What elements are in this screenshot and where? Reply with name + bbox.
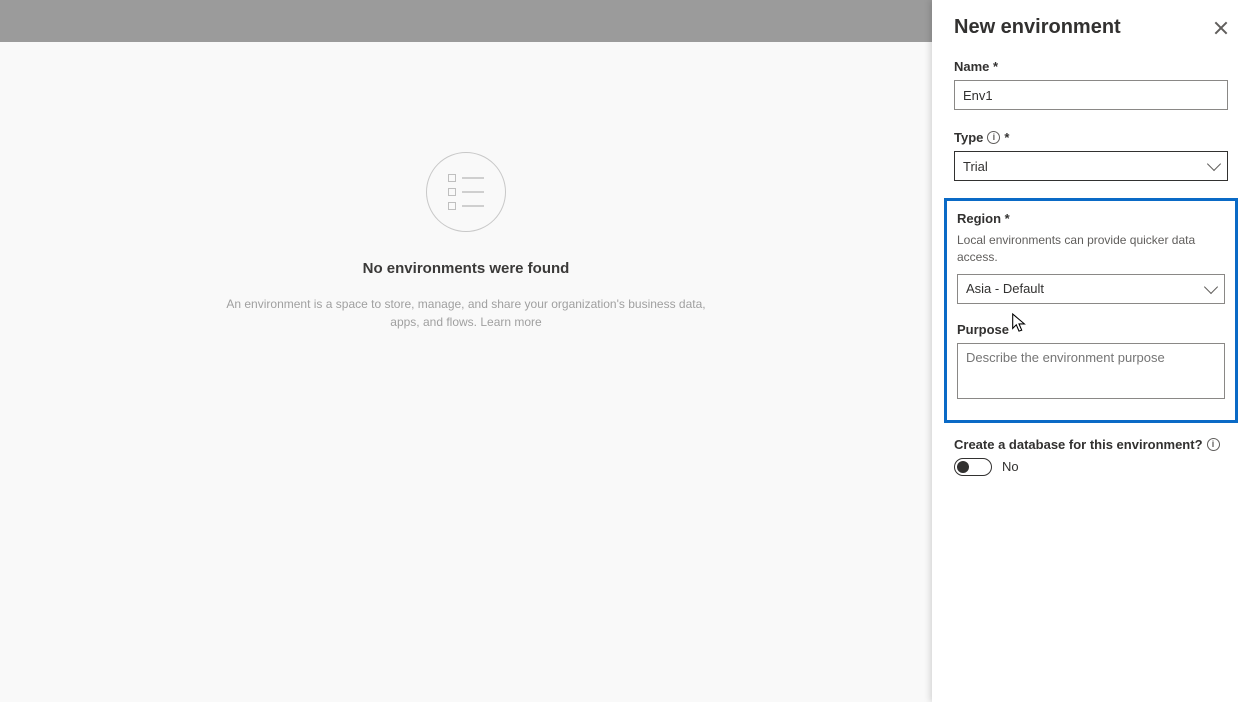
type-required-marker: *: [1004, 130, 1009, 145]
region-field-group: Region * Local environments can provide …: [957, 211, 1225, 304]
info-icon[interactable]: i: [1207, 438, 1220, 451]
name-input[interactable]: [954, 80, 1228, 110]
purpose-label: Purpose: [957, 322, 1225, 337]
create-db-value: No: [1002, 459, 1019, 474]
chevron-down-icon: [1204, 280, 1218, 294]
purpose-field-group: Purpose: [957, 322, 1225, 404]
type-select[interactable]: Trial: [954, 151, 1228, 181]
region-select-value: Asia - Default: [966, 281, 1044, 296]
region-select[interactable]: Asia - Default: [957, 274, 1225, 304]
name-label: Name *: [954, 59, 1228, 74]
empty-state-icon: [426, 152, 506, 232]
region-purpose-highlight: Region * Local environments can provide …: [944, 198, 1238, 423]
create-db-label-text: Create a database for this environment?: [954, 437, 1203, 452]
learn-more-link[interactable]: Learn more: [480, 315, 541, 329]
type-field-group: Type i * Trial: [954, 130, 1228, 181]
purpose-textarea[interactable]: [957, 343, 1225, 399]
type-label: Type i *: [954, 130, 1228, 145]
info-icon[interactable]: i: [987, 131, 1000, 144]
empty-state-title: No environments were found: [0, 260, 932, 277]
panel-body: Name * Type i * Trial Region * Local env…: [932, 49, 1250, 476]
close-icon[interactable]: [1214, 21, 1228, 35]
region-label: Region *: [957, 211, 1225, 226]
new-environment-panel: New environment Name * Type i * Trial Re…: [932, 0, 1250, 702]
type-select-value: Trial: [963, 159, 988, 174]
create-db-toggle-row: No: [954, 458, 1228, 476]
type-label-text: Type: [954, 130, 983, 145]
main-content: No environments were found An environmen…: [0, 42, 932, 702]
create-db-toggle[interactable]: [954, 458, 992, 476]
empty-state: No environments were found An environmen…: [0, 42, 932, 331]
create-db-group: Create a database for this environment? …: [954, 437, 1228, 476]
toggle-knob: [957, 461, 969, 473]
create-db-label: Create a database for this environment? …: [954, 437, 1228, 452]
panel-title: New environment: [954, 16, 1121, 39]
empty-desc-line1: An environment is a space to store, mana…: [226, 297, 705, 311]
panel-header: New environment: [932, 0, 1250, 49]
empty-desc-line2: apps, and flows.: [390, 315, 477, 329]
chevron-down-icon: [1207, 157, 1221, 171]
region-hint: Local environments can provide quicker d…: [957, 232, 1225, 266]
name-field-group: Name *: [954, 59, 1228, 110]
empty-state-description: An environment is a space to store, mana…: [226, 295, 706, 331]
